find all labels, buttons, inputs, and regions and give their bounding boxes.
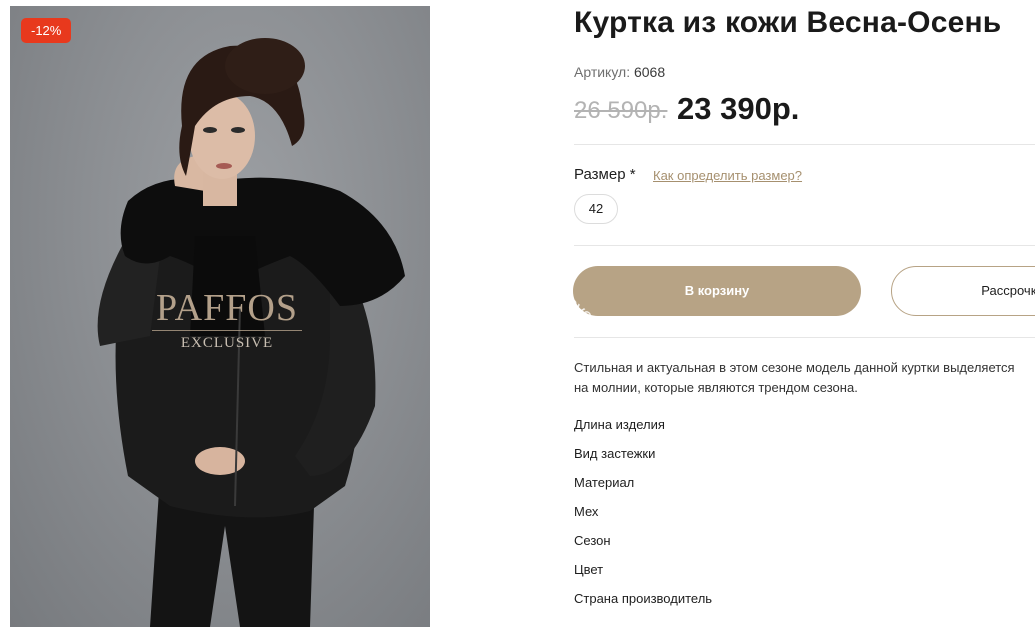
size-guide-link[interactable]: Как определить размер?: [653, 168, 802, 183]
spec-length: Длина изделия: [574, 417, 665, 432]
spec-country: Страна производитель: [574, 591, 713, 606]
size-label: Размер *: [574, 166, 636, 183]
divider: [574, 337, 1035, 338]
discount-badge: -12%: [21, 18, 72, 43]
divider: [574, 144, 1035, 145]
product-title: Куртка из кожи Весна-Осень: [574, 6, 1002, 39]
spec-fastener: Вид застежки: [574, 446, 656, 461]
old-price: 26 590р.: [574, 97, 668, 124]
brand-logo: PAFFOS EXCLUSIVE: [142, 288, 312, 352]
brand-divider: [152, 330, 302, 331]
add-to-cart-button[interactable]: В корзину: [573, 266, 861, 316]
product-sku: Артикул: 6068: [574, 64, 665, 80]
spec-season: Сезон: [574, 533, 611, 548]
spec-fur: Мех: [574, 504, 599, 519]
brand-sub: EXCLUSIVE: [180, 335, 274, 351]
sku-label: Артикул:: [574, 64, 631, 80]
description-line: Стильная и актуальная в этом сезоне моде…: [574, 360, 1015, 375]
description-line: на молнии, которые являются трендом сезо…: [574, 380, 858, 395]
divider: [574, 245, 1035, 246]
spec-material: Материал: [574, 475, 635, 490]
sku-value: 6068: [633, 64, 666, 80]
product-description: Стильная и актуальная в этом сезоне моде…: [574, 358, 1035, 398]
brand-name: PAFFOS: [156, 287, 298, 329]
size-option-42[interactable]: 42: [574, 194, 618, 224]
current-price: 23 390р.: [677, 91, 800, 126]
spec-list: Длина изделия Вид застежки Материал Мех …: [574, 416, 712, 619]
spec-color: Цвет: [574, 562, 604, 577]
product-photo[interactable]: -12% PAFFOS EXCLUSIVE: [10, 6, 430, 627]
installment-button[interactable]: Рассрочка н: [891, 266, 1035, 316]
